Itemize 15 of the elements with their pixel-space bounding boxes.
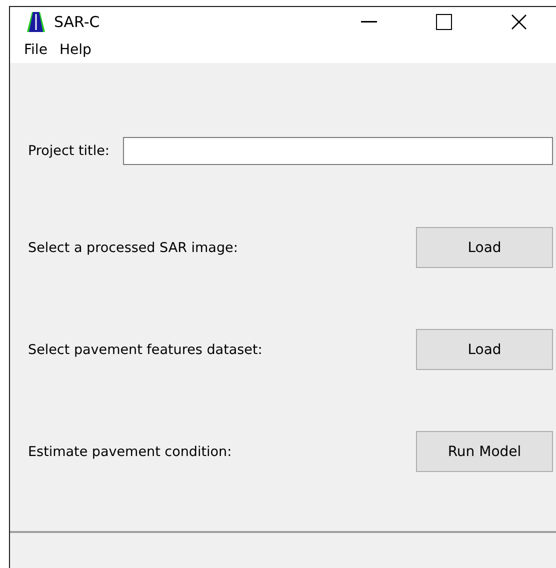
menu-item[interactable]: File [24, 42, 48, 58]
project-title-field[interactable] [123, 137, 553, 165]
maximize-icon [436, 14, 452, 30]
window-title: SAR-C [54, 12, 101, 30]
action-button[interactable]: Load [416, 227, 553, 268]
action-button[interactable]: Load [416, 329, 553, 370]
close-icon [510, 14, 526, 30]
road-icon [26, 10, 46, 32]
action-button[interactable]: Run Model [416, 431, 553, 472]
minimize-icon [360, 20, 376, 22]
field-label: Project title: [28, 143, 110, 159]
action-label: Select a processed SAR image: [28, 240, 238, 256]
action-label: Select pavement features dataset: [28, 342, 262, 358]
menu-item[interactable]: Help [59, 42, 92, 58]
action-label: Estimate pavement condition: [28, 444, 232, 460]
